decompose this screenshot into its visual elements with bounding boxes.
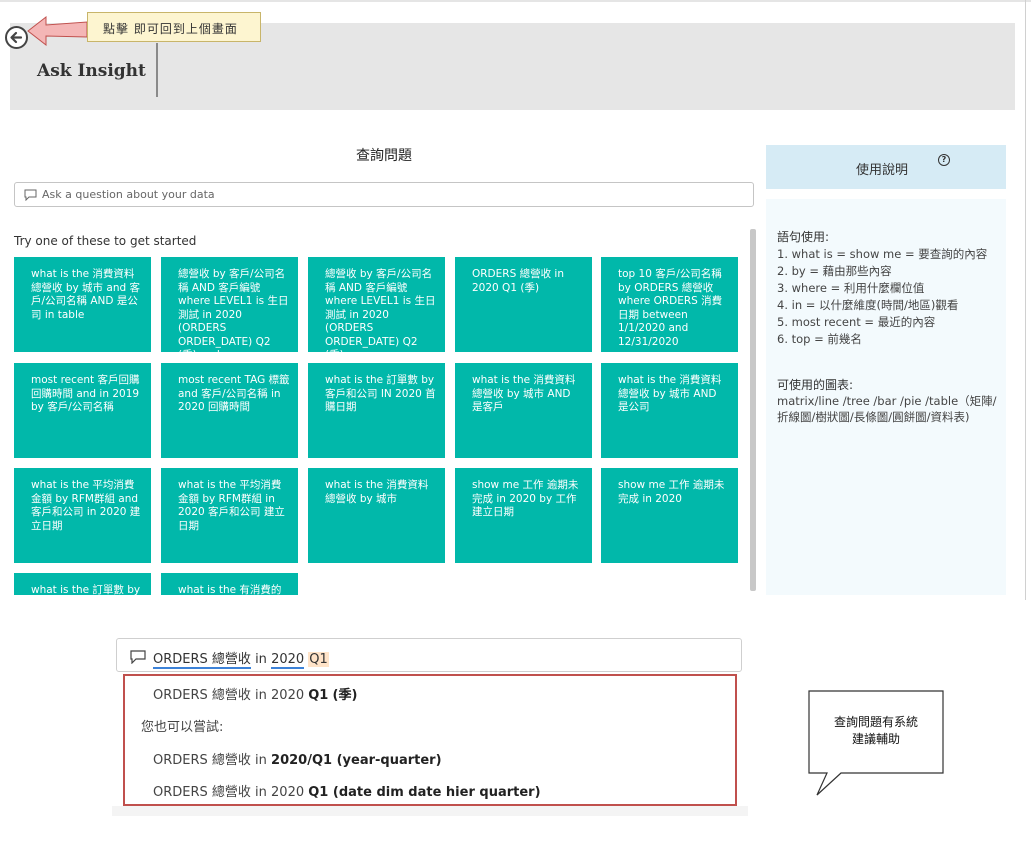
input-token-measure: ORDERS 總營收 [153, 652, 251, 669]
syntax-item: 5. most recent = 最近的內容 [777, 315, 936, 329]
speech-line: 查詢問題有系統 [833, 715, 918, 729]
top-border [0, 0, 1031, 2]
suggestion-tile[interactable]: what is the 平均消費 金額 by RFM群組 in 2020 客戶和… [161, 468, 298, 563]
suggestion-tile[interactable]: what is the 訂單數 by [14, 573, 151, 595]
option-bold-text: 2020/Q1 (year-quarter) [271, 753, 442, 768]
option-bold-text: (季) [332, 688, 358, 703]
suggestion-tile[interactable]: what is the 有消費的 [161, 573, 298, 595]
charts-text: matrix/line /tree /bar /pie /table（矩陣/折線… [777, 394, 997, 424]
suggestion-tile[interactable]: what is the 消費資料 總營收 by 城市 [308, 468, 445, 563]
syntax-item: 3. where = 利用什麼欄位值 [777, 281, 925, 295]
suggestion-input[interactable]: ORDERS 總營收 in 2020 Q1 [116, 638, 742, 672]
suggestion-tile[interactable]: what is the 消費資料 總營收 by 城市 AND 是客戶 [455, 363, 592, 458]
suggestion-tile[interactable]: 總營收 by 客戶/公司名稱 AND 客戶編號 where LEVEL1 is … [308, 257, 445, 352]
suggestion-option[interactable]: ORDERS 總營收 in 2020 Q1 (date dim date hie… [153, 781, 541, 800]
help-icon[interactable]: ? [938, 154, 950, 166]
suggestion-tile[interactable]: top 10 客戶/公司名稱 by ORDERS 總營收 where ORDER… [601, 257, 738, 352]
speech-line: 建議輔助 [851, 732, 900, 746]
syntax-item: 6. top = 前幾名 [777, 332, 862, 346]
suggestion-tile[interactable]: what is the 消費資料 總營收 by 城市 AND 是公司 [601, 363, 738, 458]
suggestion-tile[interactable]: 總營收 by 客戶/公司名稱 AND 客戶編號 where LEVEL1 is … [161, 257, 298, 352]
suggestion-tile[interactable]: show me 工作 逾期未 完成 in 2020 by 工作 建立日期 [455, 468, 592, 563]
try-these-label: Try one of these to get started [14, 234, 197, 248]
suggestion-tile[interactable]: what is the 平均消費 金額 by RFM群組 and 客戶和公司 i… [14, 468, 151, 563]
input-token-in: in [255, 652, 267, 667]
question-title: 查詢問題 [356, 148, 412, 164]
option-text: ORDERS 總營收 in 2020 [153, 688, 305, 703]
charts-heading: 可使用的圖表: [777, 378, 854, 392]
speech-bubble: 查詢問題有系統 建議輔助 [808, 690, 948, 798]
header-divider [156, 43, 158, 97]
syntax-item: 4. in = 以什麼維度(時間/地區)觀看 [777, 298, 959, 312]
question-input[interactable]: Ask a question about your data [14, 182, 754, 207]
suggestion-tile[interactable]: most recent 客戶回購 回購時間 and in 2019 by 客戶/… [14, 363, 151, 458]
suggestion-tile[interactable]: what is the 消費資料 總營收 by 城市 and 客戶/公司名稱 A… [14, 257, 151, 352]
usage-title: 使用說明 [856, 163, 909, 178]
callout-arrow-icon [27, 15, 88, 46]
suggestion-option[interactable]: ORDERS 總營收 in 2020 Q1 (季) [153, 684, 357, 703]
speech-bubble-text: 查詢問題有系統 建議輔助 [818, 714, 934, 748]
app-title: Ask Insight [37, 61, 146, 81]
suggestion-grid: what is the 消費資料 總營收 by 城市 and 客戶/公司名稱 A… [14, 257, 746, 595]
suggestion-tile[interactable]: ORDERS 總營收 in 2020 Q1 (季) [455, 257, 592, 352]
input-token-year: 2020 [271, 652, 305, 669]
arrow-left-icon [10, 31, 23, 44]
option-text: ORDERS 總營收 in [153, 753, 267, 768]
suggestion-option[interactable]: ORDERS 總營收 in 2020/Q1 (year-quarter) [153, 749, 442, 768]
option-bold-text: Q1 [308, 688, 329, 703]
suggestion-tile[interactable]: show me 工作 逾期未 完成 in 2020 [601, 468, 738, 563]
option-text: ORDERS 總營收 in 2020 [153, 785, 305, 800]
input-token-quarter: Q1 [308, 652, 329, 667]
back-button[interactable] [5, 26, 28, 49]
chat-icon [130, 650, 146, 664]
also-try-label: 您也可以嘗試: [141, 720, 224, 735]
back-tooltip: 點擊 即可回到上個畫面 [87, 12, 261, 42]
usage-header: 使用說明 ? [766, 145, 1006, 189]
suggestion-tile[interactable]: what is the 訂單數 by 客戶和公司 IN 2020 首購日期 [308, 363, 445, 458]
question-placeholder: Ask a question about your data [42, 188, 215, 201]
chat-icon [24, 189, 37, 201]
syntax-item: 2. by = 藉由那些內容 [777, 264, 892, 278]
shadow-strip [112, 806, 748, 816]
right-edge [1025, 0, 1026, 600]
syntax-item: 1. what is = show me = 要查詢的內容 [777, 247, 988, 261]
option-bold-text: Q1 (date dim date hier quarter) [308, 785, 541, 800]
syntax-heading: 語句使用: [777, 230, 830, 244]
suggestion-tile[interactable]: most recent TAG 標籤 and 客戶/公司名稱 in 2020 回… [161, 363, 298, 458]
suggestion-input-text: ORDERS 總營收 in 2020 Q1 [153, 648, 329, 669]
usage-panel: 語句使用: 1. what is = show me = 要查詢的內容 2. b… [766, 199, 1006, 595]
grid-scrollbar[interactable] [750, 229, 756, 591]
suggestion-dropdown: ORDERS 總營收 in 2020 Q1 (季) 您也可以嘗試: ORDERS… [123, 674, 737, 806]
